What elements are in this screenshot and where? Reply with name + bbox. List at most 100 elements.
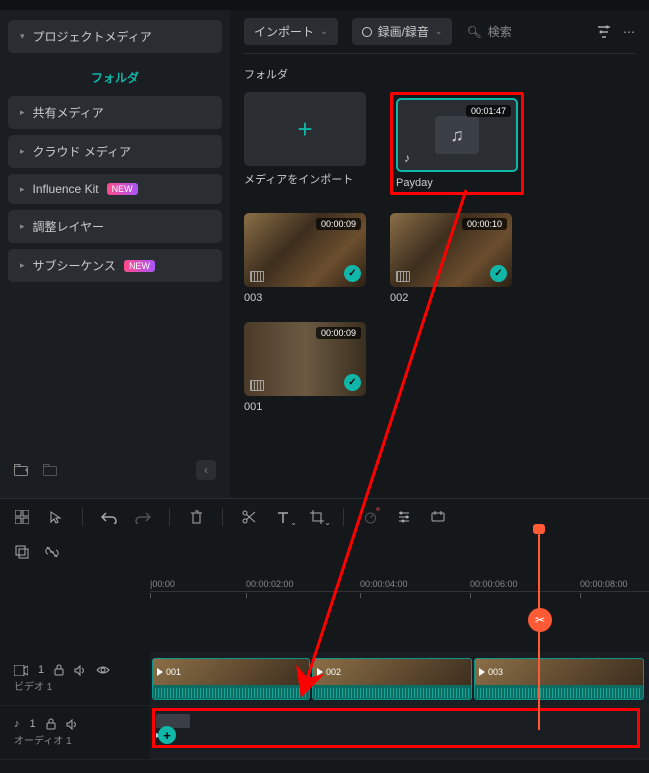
media-card-label: 003 <box>244 287 366 304</box>
video-track: 1 ビデオ 1 001 002 003 <box>0 652 649 706</box>
clip-name: 001 <box>166 667 181 677</box>
record-dropdown[interactable]: 録画/録音 ⌄ <box>352 18 453 45</box>
ruler-tick: 00:00:08:00 <box>580 579 628 589</box>
crop-icon[interactable]: ⌄ <box>309 509 325 525</box>
new-badge: NEW <box>107 183 138 195</box>
sidebar-item-label: 調整レイヤー <box>33 218 105 235</box>
caret-down-icon: ▾ <box>20 31 25 42</box>
chevron-down-icon: ⌄ <box>435 26 443 37</box>
duration-badge: 00:00:09 <box>316 218 361 230</box>
media-card-001[interactable]: 00:00:09 ✓ 001 <box>244 322 366 413</box>
sidebar-item-adjust[interactable]: ▸ 調整レイヤー <box>8 210 222 243</box>
lock-icon[interactable] <box>46 718 56 730</box>
ruler-tick: 00:00:04:00 <box>360 579 408 589</box>
timeline-clip[interactable]: 002 <box>312 658 472 700</box>
sidebar-item-cloud[interactable]: ▸ クラウド メディア <box>8 135 222 168</box>
project-media-header[interactable]: ▾ プロジェクトメディア <box>8 20 222 53</box>
duration-badge: 00:00:10 <box>462 218 507 230</box>
ruler-tick: |00:00 <box>150 579 175 589</box>
media-panel: インポート ⌄ 録画/録音 ⌄ 🔍︎ 検索 ⋯ フォルダ + メディアをイン <box>230 10 649 498</box>
ruler-tick: 00:00:02:00 <box>246 579 294 589</box>
search-icon: 🔍︎ <box>466 25 481 39</box>
plus-icon: + <box>297 114 312 145</box>
sidebar-item-label: 共有メディア <box>33 104 104 121</box>
delete-icon[interactable] <box>188 509 204 525</box>
import-label: インポート <box>254 23 314 40</box>
cursor-icon[interactable] <box>48 509 64 525</box>
caret-right-icon: ▸ <box>20 146 25 157</box>
media-card-label: 002 <box>390 287 512 304</box>
marker-icon[interactable] <box>430 509 446 525</box>
caret-right-icon: ▸ <box>20 221 25 232</box>
folder-icon[interactable] <box>43 464 58 477</box>
sidebar-item-influence[interactable]: ▸ Influence Kit NEW <box>8 174 222 204</box>
caret-right-icon: ▸ <box>20 260 25 271</box>
timeline-clip[interactable]: 001 <box>152 658 310 700</box>
music-thumb: ♫ <box>435 116 479 154</box>
annotation-highlight <box>152 708 640 748</box>
music-icon: ♪ <box>404 151 410 165</box>
play-icon <box>317 668 323 676</box>
new-folder-icon[interactable] <box>14 464 29 477</box>
playhead-scissors-icon[interactable]: ✂ <box>528 608 552 632</box>
mute-icon[interactable] <box>66 719 78 730</box>
import-dropdown[interactable]: インポート ⌄ <box>244 18 338 45</box>
import-card[interactable]: + メディアをインポート <box>244 92 366 195</box>
sidebar-item-shared[interactable]: ▸ 共有メディア <box>8 96 222 129</box>
collapse-sidebar-button[interactable]: ‹ <box>196 460 216 480</box>
sidebar-item-subseq[interactable]: ▸ サブシーケンス NEW <box>8 249 222 282</box>
annotation-highlight: 00:01:47 ♫ ♪ Payday <box>390 92 524 195</box>
text-icon[interactable]: ⌄ <box>275 509 291 525</box>
clip-name: 003 <box>488 667 503 677</box>
video-icon <box>250 271 264 282</box>
filter-icon[interactable] <box>597 25 611 39</box>
check-icon: ✓ <box>344 374 361 391</box>
caret-right-icon: ▸ <box>20 107 25 118</box>
more-icon[interactable]: ⋯ <box>623 25 635 39</box>
timeline-toolbar: ⌄ ⌄ <box>0 498 649 534</box>
play-icon <box>479 668 485 676</box>
media-card-payday[interactable]: 00:01:47 ♫ ♪ Payday <box>396 98 518 189</box>
add-audio-button[interactable]: + <box>158 726 176 744</box>
play-icon <box>157 668 163 676</box>
search-box[interactable]: 🔍︎ 検索 <box>466 23 511 40</box>
lock-icon[interactable] <box>54 664 64 676</box>
speed-icon[interactable] <box>362 509 378 525</box>
mute-icon[interactable] <box>74 665 86 676</box>
import-card-label: メディアをインポート <box>244 166 366 187</box>
eye-icon[interactable] <box>96 665 110 675</box>
duration-badge: 00:00:09 <box>316 327 361 339</box>
media-card-label: Payday <box>396 172 518 189</box>
sidebar: ▾ プロジェクトメディア フォルダ ▸ 共有メディア ▸ クラウド メディア ▸… <box>0 10 230 498</box>
media-card-003[interactable]: 00:00:09 ✓ 003 <box>244 213 366 304</box>
media-card-002[interactable]: 00:00:10 ✓ 002 <box>390 213 512 304</box>
video-track-label: ビデオ 1 <box>14 678 136 693</box>
grid-icon[interactable] <box>14 509 30 525</box>
sidebar-item-label: サブシーケンス <box>33 257 116 274</box>
search-placeholder: 検索 <box>488 23 512 40</box>
record-icon <box>362 27 372 37</box>
time-ruler[interactable]: |00:00 00:00:02:00 00:00:04:00 00:00:06:… <box>150 564 649 592</box>
undo-icon[interactable] <box>101 509 117 525</box>
sidebar-header-label: プロジェクトメディア <box>33 28 152 45</box>
check-icon: ✓ <box>490 265 507 282</box>
record-label: 録画/録音 <box>378 23 429 40</box>
folder-tab[interactable]: フォルダ <box>8 59 222 96</box>
check-icon: ✓ <box>344 265 361 282</box>
video-icon <box>396 271 410 282</box>
copy-icon[interactable] <box>14 544 30 560</box>
folder-heading: フォルダ <box>244 54 635 92</box>
timeline-clip[interactable]: 003 <box>474 658 644 700</box>
track-number: 1 <box>30 718 36 730</box>
unlink-icon[interactable] <box>44 544 60 560</box>
scissors-icon[interactable] <box>241 509 257 525</box>
redo-icon[interactable] <box>135 509 151 525</box>
clip-name: 002 <box>326 667 341 677</box>
chevron-down-icon: ⌄ <box>320 26 328 37</box>
sidebar-item-label: Influence Kit <box>33 182 99 196</box>
adjust-icon[interactable] <box>396 509 412 525</box>
audio-track-icon: ♪ <box>14 718 20 730</box>
caret-right-icon: ▸ <box>20 184 25 195</box>
media-card-label: 001 <box>244 396 366 413</box>
video-track-icon <box>14 665 28 676</box>
